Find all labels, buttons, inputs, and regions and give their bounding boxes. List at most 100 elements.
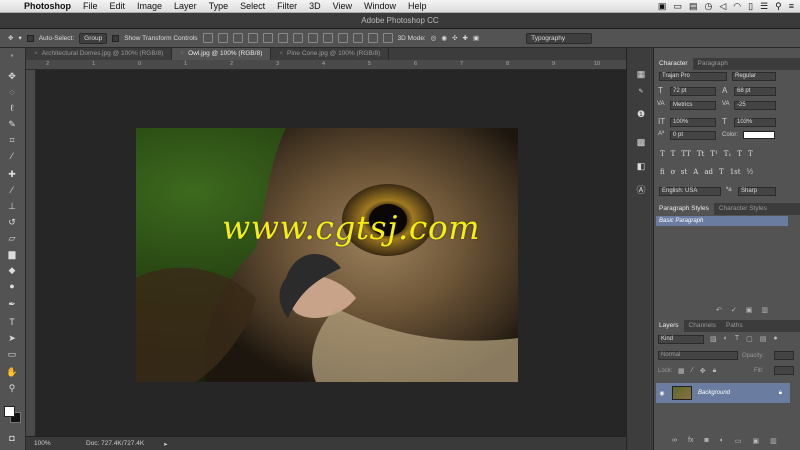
tab-pine-cone[interactable]: × Pine Cone.jpg @ 100% (RGB/8) [271, 48, 390, 60]
distribute-left-icon[interactable] [337, 33, 348, 43]
all-caps-button[interactable]: TT [681, 150, 690, 158]
move-tool-icon[interactable]: ✥ [6, 70, 18, 82]
layer-style-icon[interactable]: fx [688, 437, 693, 445]
type-tool-icon[interactable]: T [6, 316, 18, 328]
contextual-alternates-button[interactable]: st [681, 168, 687, 176]
strikethrough-button[interactable]: T [748, 150, 753, 158]
menu-window[interactable]: Window [358, 1, 402, 11]
baseline-field[interactable]: 0 pt [670, 131, 716, 140]
tab-paths[interactable]: Paths [721, 320, 748, 332]
swatches-icon[interactable]: ◧ [635, 160, 647, 172]
notification-icon[interactable]: ≡ [789, 1, 794, 11]
lasso-tool-icon[interactable]: ℓ [6, 102, 18, 114]
brush-presets-icon[interactable]: ✎ [635, 86, 647, 98]
paragraph-style-item[interactable]: Basic Paragraph [656, 216, 788, 226]
antialias-select[interactable]: Sharp [738, 187, 776, 196]
display-icon[interactable]: ▤ [689, 1, 698, 12]
dodge-tool-icon[interactable]: ● [6, 280, 18, 292]
vertical-ruler[interactable] [26, 70, 36, 436]
quick-select-tool-icon[interactable]: ✎ [6, 118, 18, 130]
leading-field[interactable]: 68 pt [734, 87, 776, 96]
airplay-icon[interactable]: ▭ [673, 1, 682, 12]
auto-select-checkbox[interactable] [26, 34, 34, 42]
marquee-tool-icon[interactable]: ◌ [6, 86, 18, 98]
new-layer-icon[interactable]: ▣ [753, 437, 760, 445]
tool-preset-dropdown-icon[interactable]: ▾ [18, 34, 21, 42]
spotlight-icon[interactable]: ⚲ [775, 1, 782, 12]
adjustment-layer-icon[interactable]: ◐ [720, 437, 724, 445]
align-top-icon[interactable] [202, 33, 213, 43]
menu-layer[interactable]: Layer [168, 1, 203, 11]
layer-filter-kind[interactable]: Kind [658, 335, 704, 344]
tab-paragraph[interactable]: Paragraph [693, 58, 733, 70]
lock-transparent-icon[interactable]: ▦ [678, 367, 685, 375]
menu-image[interactable]: Image [131, 1, 168, 11]
blend-mode-select[interactable]: Normal [658, 351, 738, 360]
filter-toggle-icon[interactable]: ● [773, 335, 777, 343]
align-right-icon[interactable] [277, 33, 288, 43]
tracking-field[interactable]: -25 [734, 101, 776, 110]
distribute-bottom-icon[interactable] [322, 33, 333, 43]
align-left-icon[interactable] [247, 33, 258, 43]
distribute-center-icon[interactable] [352, 33, 363, 43]
slide-3d-icon[interactable]: ✚ [463, 34, 468, 42]
filter-type-icon[interactable]: T [735, 335, 739, 343]
volume-icon[interactable]: ◁ [719, 1, 726, 12]
canvas-area[interactable] [36, 70, 626, 436]
font-size-field[interactable]: 72 pt [670, 87, 716, 96]
layer-row-background[interactable]: ◉ Background 🔒︎ [656, 383, 790, 403]
close-tab-icon[interactable]: × [34, 50, 38, 57]
underline-button[interactable]: T [737, 150, 742, 158]
kerning-field[interactable]: Metrics [670, 101, 716, 110]
distribute-top-icon[interactable] [292, 33, 303, 43]
fractions-button[interactable]: ½ [747, 168, 754, 176]
eyedropper-tool-icon[interactable]: ⁄ [6, 150, 18, 162]
foreground-color-swatch-front[interactable] [4, 406, 15, 417]
faux-bold-button[interactable]: T [660, 150, 665, 158]
delete-style-icon[interactable]: ▥ [761, 306, 768, 314]
info-icon[interactable]: ❶ [635, 108, 647, 120]
hand-tool-icon[interactable]: ✋ [6, 366, 18, 378]
layer-lock-icon[interactable]: 🔒︎ [779, 390, 782, 397]
panel-collapse-icon[interactable]: » [6, 50, 18, 62]
tab-character-styles[interactable]: Character Styles [714, 203, 772, 215]
close-tab-icon[interactable]: × [279, 50, 283, 57]
crop-tool-icon[interactable]: ⌗ [6, 134, 18, 146]
subscript-button[interactable]: T₁ [724, 150, 731, 158]
auto-select-dropdown[interactable]: Group [79, 32, 108, 44]
menu-3d[interactable]: 3D [303, 1, 327, 11]
path-selection-tool-icon[interactable]: ➤ [6, 332, 18, 344]
layer-mask-icon[interactable]: ◙ [704, 437, 708, 445]
status-menu-icon[interactable]: ▸ [164, 440, 167, 448]
horizontal-ruler[interactable]: 2 1 0 1 2 3 4 5 6 7 8 9 10 [26, 60, 626, 70]
font-style-select[interactable]: Regular [732, 72, 776, 81]
brush-tool-icon[interactable]: ⁄ [6, 184, 18, 196]
battery-icon[interactable]: ▯ [748, 1, 753, 12]
move-tool-icon[interactable]: ✥ [8, 34, 13, 42]
roll-3d-icon[interactable]: ◉ [441, 34, 447, 42]
user-icon[interactable]: ☰ [760, 1, 768, 12]
font-family-select[interactable]: Trajan Pro [659, 72, 727, 81]
menu-edit[interactable]: Edit [104, 1, 132, 11]
stylistic-alternates-button[interactable]: ad [704, 168, 713, 176]
zoom-tool-icon[interactable]: ⚲ [6, 382, 18, 394]
gradient-tool-icon[interactable]: ▆ [6, 248, 18, 260]
ordinals-button[interactable]: 1st [730, 168, 741, 176]
horizontal-scale-field[interactable]: 103% [734, 118, 776, 127]
pen-tool-icon[interactable]: ✒ [6, 298, 18, 310]
titling-alternates-button[interactable]: T [719, 168, 724, 176]
distribute-right-icon[interactable] [367, 33, 378, 43]
opacity-field[interactable] [774, 351, 794, 360]
layer-name[interactable]: Background [698, 390, 730, 396]
discretionary-ligatures-button[interactable]: ơ [671, 168, 675, 176]
quick-mask-icon[interactable]: ◘ [6, 432, 18, 444]
filter-adjustment-icon[interactable]: ◐ [724, 335, 728, 343]
orbit-3d-icon[interactable]: ◎ [431, 34, 437, 42]
drag-3d-icon[interactable]: ✣ [452, 34, 457, 42]
visibility-eye-icon[interactable]: ◉ [656, 390, 668, 397]
tab-layers[interactable]: Layers [654, 320, 684, 332]
tab-channels[interactable]: Channels [684, 320, 721, 332]
small-caps-button[interactable]: Tt [697, 150, 704, 158]
menu-view[interactable]: View [327, 1, 358, 11]
align-middle-icon[interactable] [217, 33, 228, 43]
